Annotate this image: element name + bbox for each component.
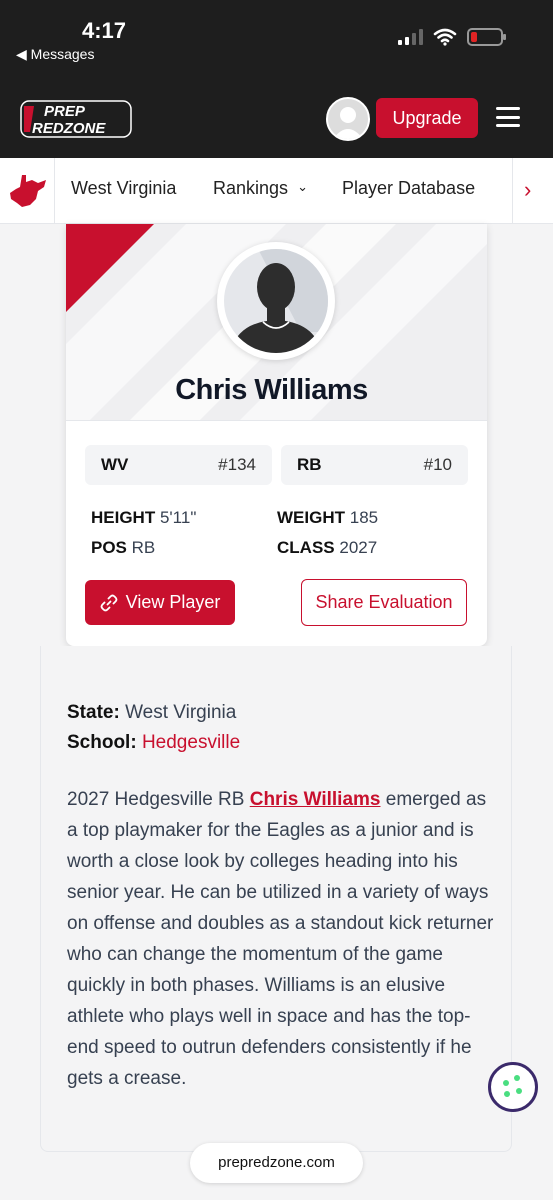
upgrade-button[interactable]: Upgrade	[376, 98, 478, 138]
status-bar: 4:17 ◀ Messages	[0, 0, 553, 78]
player-name-link[interactable]: Chris Williams	[250, 789, 381, 810]
position-rank-badge: RB #10	[281, 445, 468, 485]
weight-value: 185	[349, 508, 379, 527]
height-stat: HEIGHT 5'11"	[91, 508, 196, 528]
height-label: HEIGHT	[91, 508, 156, 527]
weight-label: WEIGHT	[277, 508, 345, 527]
state-info: State: West Virginia	[67, 702, 236, 724]
wifi-icon	[433, 28, 457, 46]
nav-rankings[interactable]: Rankings ⌄	[213, 178, 308, 199]
pos-value: RB	[131, 538, 156, 557]
class-value: 2027	[339, 538, 378, 557]
player-evaluation: State: West Virginia School: Hedgesville…	[40, 646, 512, 1152]
share-evaluation-button[interactable]: Share Evaluation	[301, 579, 467, 626]
class-label: CLASS	[277, 538, 335, 557]
view-player-label: View Player	[125, 592, 221, 612]
back-to-messages[interactable]: ◀ Messages	[16, 46, 94, 63]
state-rank: #134	[218, 455, 256, 474]
evaluation-text-start: 2027 Hedgesville RB	[67, 789, 250, 810]
nav-divider	[512, 158, 513, 224]
nav-west-virginia[interactable]: West Virginia	[71, 178, 176, 199]
state-info-label: State:	[67, 702, 120, 723]
evaluation-text: 2027 Hedgesville RB Chris Williams emerg…	[67, 784, 497, 1094]
browser-url-bar[interactable]: prepredzone.com	[190, 1143, 363, 1183]
school-link[interactable]: Hedgesville	[142, 732, 240, 753]
prepredzone-logo[interactable]: PREP REDZONE	[20, 100, 132, 138]
evaluation-text-rest: emerged as a top playmaker for the Eagle…	[67, 789, 494, 1089]
battery-icon	[467, 28, 506, 46]
class-stat: CLASS 2027	[277, 538, 377, 558]
cookie-settings-icon[interactable]	[488, 1062, 538, 1112]
position-stat: POS RB	[91, 538, 155, 558]
logo-text-redzone: REDZONE	[32, 120, 106, 137]
logo-text-prep: PREP	[44, 103, 86, 120]
player-silhouette-icon	[224, 249, 328, 353]
player-name: Chris Williams	[175, 374, 368, 406]
battery-level	[471, 32, 477, 42]
view-player-button[interactable]: View Player	[85, 580, 235, 625]
player-card: Chris Williams WV #134 RB #10 HEIGHT 5'1…	[66, 224, 487, 646]
weight-stat: WEIGHT 185	[277, 508, 378, 528]
cookie-icon	[503, 1075, 522, 1097]
height-value: 5'11"	[159, 508, 197, 527]
position-abbr: RB	[297, 455, 322, 474]
user-avatar[interactable]	[326, 97, 370, 141]
state-nav: West Virginia Rankings ⌄ Player Database…	[0, 158, 553, 224]
player-card-header: Chris Williams	[66, 224, 487, 421]
school-info-label: School:	[67, 732, 137, 753]
position-rank: #10	[423, 455, 452, 474]
west-virginia-map-icon[interactable]	[8, 173, 48, 209]
chevron-down-icon: ⌄	[297, 179, 308, 194]
link-icon	[100, 594, 118, 611]
nav-divider	[54, 158, 55, 224]
nav-player-database[interactable]: Player Database	[342, 178, 475, 199]
user-icon	[333, 107, 363, 139]
chevron-right-icon[interactable]: ›	[524, 177, 531, 203]
hamburger-menu-icon[interactable]	[496, 107, 520, 127]
player-photo	[217, 242, 335, 360]
status-time: 4:17	[82, 18, 127, 43]
status-icons	[398, 28, 506, 46]
state-rank-badge: WV #134	[85, 445, 272, 485]
signal-icon	[398, 29, 423, 45]
pos-label: POS	[91, 538, 127, 557]
nav-rankings-label: Rankings	[213, 178, 289, 198]
state-abbr: WV	[101, 455, 129, 474]
site-header: PREP REDZONE Upgrade	[0, 78, 553, 158]
state-info-value: West Virginia	[125, 702, 237, 723]
school-info: School: Hedgesville	[67, 732, 240, 754]
